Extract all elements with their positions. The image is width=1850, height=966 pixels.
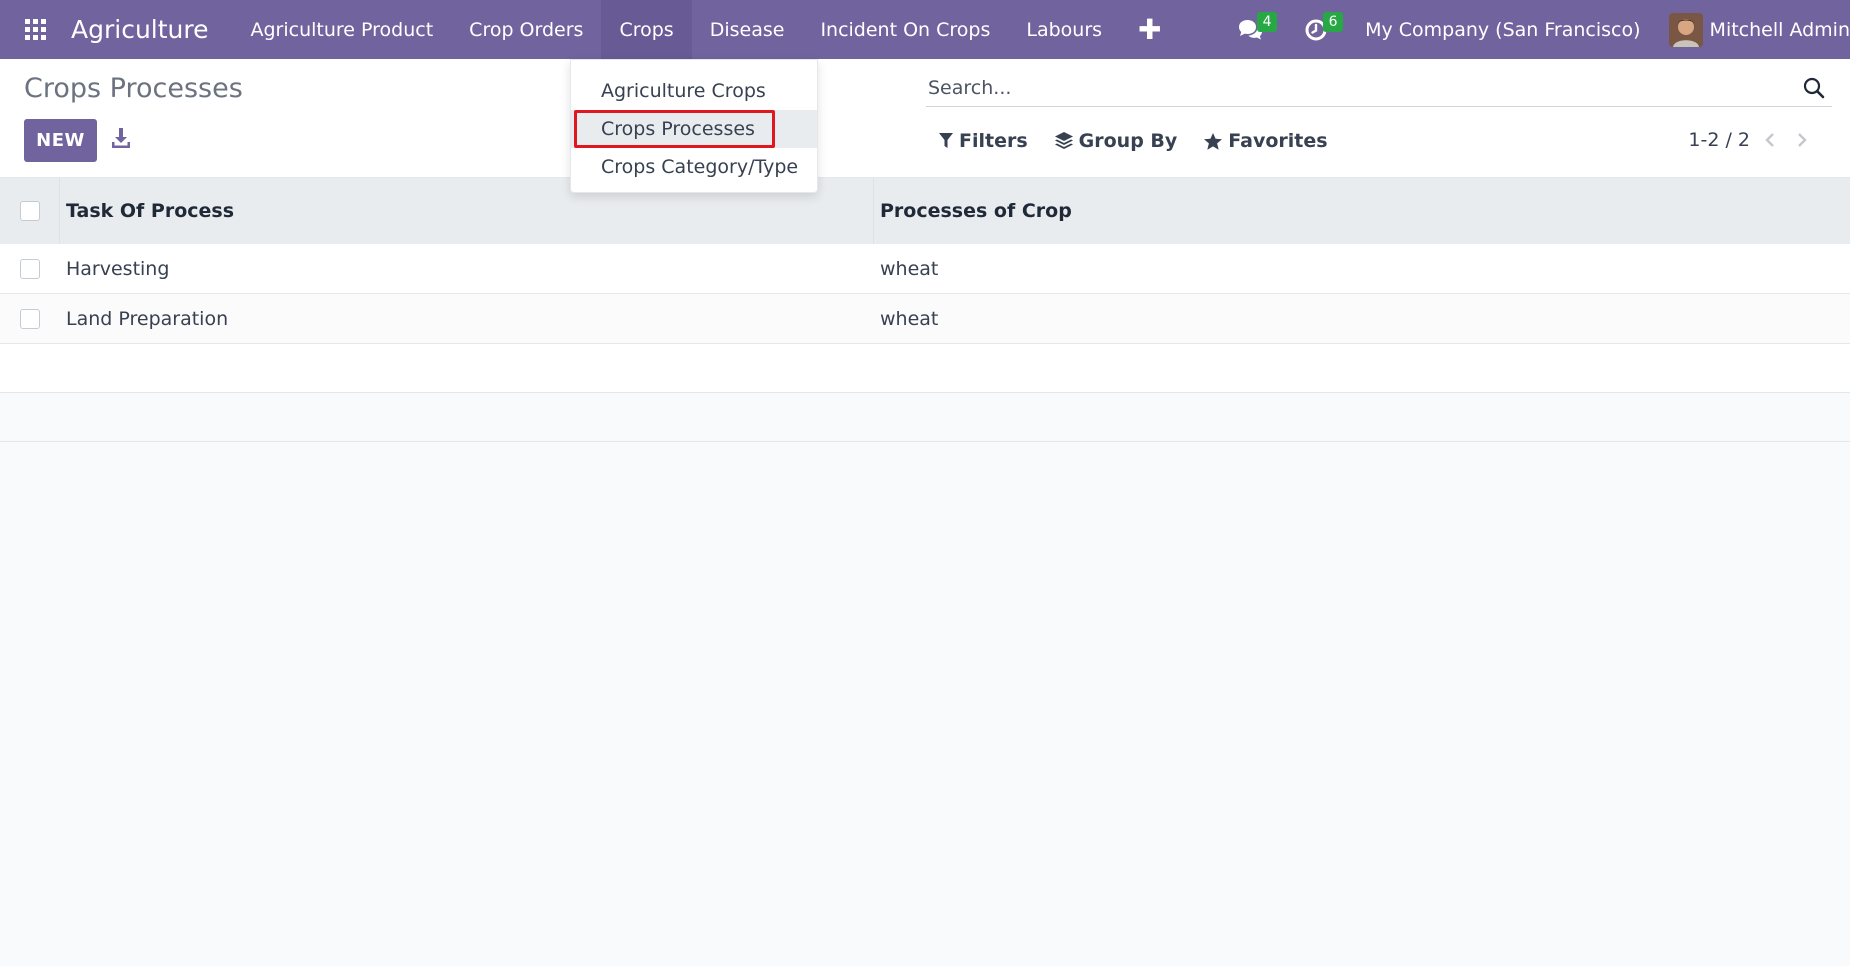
table-row[interactable]: Land Preparation wheat [0, 294, 1850, 344]
messages-button[interactable]: 4 [1217, 0, 1283, 59]
filter-icon [939, 133, 953, 148]
menu-crops[interactable]: Crops [601, 0, 692, 59]
chevron-right-icon [1798, 133, 1807, 147]
page-title: Crops Processes [24, 73, 243, 104]
top-navbar: Agriculture Agriculture Product Crop Ord… [0, 0, 1850, 59]
messages-badge: 4 [1257, 12, 1278, 32]
group-by-label: Group By [1078, 130, 1178, 152]
crops-dropdown-menu: Agriculture Crops Crops Processes Crops … [570, 59, 818, 193]
download-icon[interactable] [110, 126, 132, 152]
pager-previous-button[interactable] [1758, 128, 1782, 152]
dropdown-item-crops-category-type[interactable]: Crops Category/Type [571, 148, 817, 186]
favorites-button[interactable]: Favorites [1203, 130, 1328, 152]
row-checkbox[interactable] [20, 258, 40, 279]
new-button[interactable]: NEW [24, 119, 97, 162]
favorites-label: Favorites [1228, 130, 1328, 152]
search-options: Filters Group By Favorites [938, 130, 1354, 152]
star-icon [1204, 132, 1223, 150]
search-bar [926, 69, 1832, 107]
plus-icon[interactable]: ✚ [1120, 0, 1179, 59]
app-brand[interactable]: Agriculture [71, 15, 209, 44]
activities-badge: 6 [1323, 12, 1344, 32]
control-panel: Crops Processes NEW Filters Group By [0, 59, 1850, 178]
empty-row [0, 344, 1850, 393]
menu-crop-orders[interactable]: Crop Orders [451, 0, 601, 59]
pager: 1-2 / 2 [1688, 128, 1814, 152]
dropdown-item-agriculture-crops[interactable]: Agriculture Crops [571, 72, 817, 110]
avatar [1668, 12, 1703, 47]
company-switcher[interactable]: My Company (San Francisco) [1349, 19, 1668, 41]
filters-label: Filters [959, 130, 1028, 152]
task-cell[interactable]: Harvesting [60, 244, 874, 293]
chevron-left-icon [1765, 133, 1774, 147]
menu-incident-on-crops[interactable]: Incident On Crops [802, 0, 1008, 59]
column-header-crop[interactable]: Processes of Crop [874, 178, 1850, 244]
pager-value[interactable]: 1-2 / 2 [1688, 129, 1750, 151]
filters-button[interactable]: Filters [938, 130, 1028, 152]
menu-disease[interactable]: Disease [692, 0, 803, 59]
pager-next-button[interactable] [1790, 128, 1814, 152]
table-header: Task Of Process Processes of Crop [0, 178, 1850, 244]
user-name: Mitchell Admin [1709, 18, 1850, 41]
task-cell[interactable]: Land Preparation [60, 294, 874, 343]
dropdown-item-crops-processes[interactable]: Crops Processes [571, 110, 817, 148]
app-menu-icon[interactable] [0, 0, 71, 59]
search-input[interactable] [926, 76, 1802, 99]
row-checkbox[interactable] [20, 308, 40, 329]
activities-button[interactable]: 6 [1283, 0, 1349, 59]
user-menu[interactable]: Mitchell Admin [1668, 12, 1850, 47]
menu-labours[interactable]: Labours [1008, 0, 1120, 59]
layers-icon [1054, 132, 1073, 149]
group-by-button[interactable]: Group By [1054, 130, 1178, 152]
list-table: Task Of Process Processes of Crop Harves… [0, 178, 1850, 442]
crop-cell[interactable]: wheat [874, 244, 1850, 293]
crop-cell[interactable]: wheat [874, 294, 1850, 343]
select-all-checkbox[interactable] [19, 201, 40, 221]
search-icon[interactable] [1802, 76, 1826, 100]
empty-row [0, 393, 1850, 442]
menu-agriculture-product[interactable]: Agriculture Product [233, 0, 452, 59]
table-row[interactable]: Harvesting wheat [0, 244, 1850, 294]
